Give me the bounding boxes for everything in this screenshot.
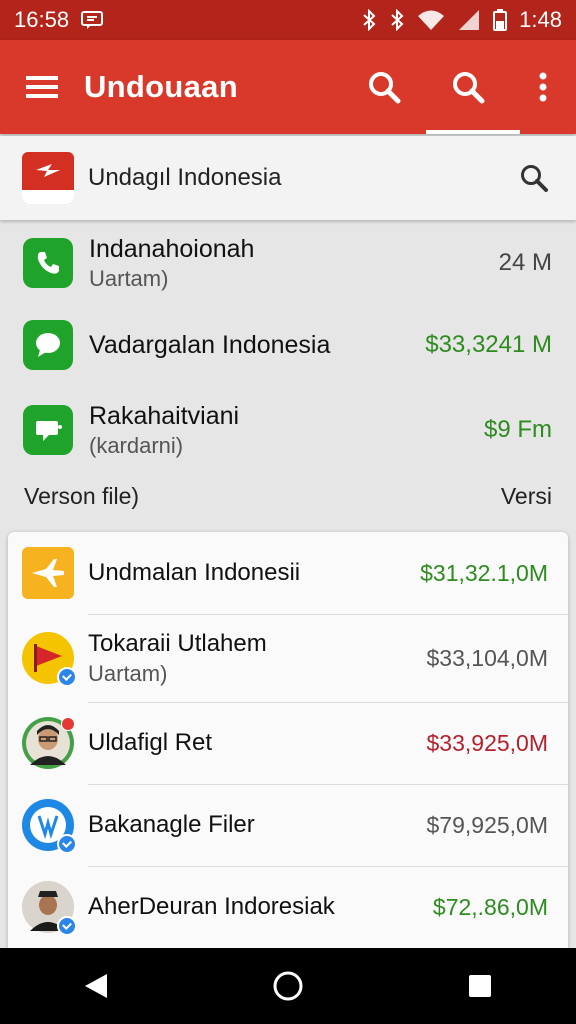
search-tab-button[interactable] [426, 40, 520, 134]
more-vert-icon [539, 72, 547, 102]
signal-icon [457, 9, 481, 31]
list-item[interactable]: Tokaraii Utlahem Uartam) $33,104,0M [8, 614, 568, 702]
avatar-icon [22, 717, 75, 769]
search-icon [453, 72, 485, 104]
battery-icon [493, 9, 508, 31]
item-value: 24 M [498, 249, 552, 276]
flag-icon [22, 632, 77, 687]
recents-button[interactable] [440, 948, 520, 1024]
item-value: $33,3241 M [425, 331, 552, 358]
item-subtitle: Uartam) [88, 660, 168, 686]
home-button[interactable] [248, 948, 328, 1024]
avatar-icon [22, 881, 77, 936]
list-item[interactable]: AherDeuran Indoresiak $72,.86,0M [8, 866, 568, 948]
list-item[interactable]: Undmalan Indonesii $31,32.1,0M [8, 532, 568, 614]
section-right-label: Versi [500, 482, 552, 509]
app-logo-icon [22, 152, 74, 204]
back-icon [85, 974, 107, 998]
status-time-left: 16:58 [14, 7, 70, 32]
list-item[interactable]: Rakahaitviani (kardarni) $9 Fm [0, 386, 576, 474]
list-item[interactable]: Vadargalan Indonesia $33,3241 M [0, 304, 576, 386]
bluetooth-icon [361, 9, 377, 31]
item-value: $9 Fm [483, 416, 552, 443]
status-bar: 16:58 1:48 [0, 0, 576, 40]
message-icon [23, 405, 73, 455]
item-value: $72,.86,0M [432, 893, 548, 920]
app-bar: Undouaan [0, 40, 576, 134]
list-item[interactable]: Bakanagle Filer $79,925,0M [8, 784, 568, 866]
search-bar-search-button[interactable] [504, 163, 564, 193]
phone-icon [23, 238, 73, 288]
item-name: Indanahoionah [89, 234, 255, 263]
verified-icon [57, 667, 77, 687]
item-value: $79,925,0M [426, 811, 548, 838]
item-name: Bakanagle Filer [88, 811, 255, 838]
wifi-icon [417, 9, 445, 31]
overflow-menu-button[interactable] [510, 40, 576, 134]
item-subtitle: (kardarni) [89, 432, 184, 458]
status-dot-icon [61, 717, 75, 731]
file-icon [22, 799, 77, 854]
status-time-right: 1:48 [519, 7, 562, 32]
item-value: $31,32.1,0M [420, 559, 548, 586]
app-title: Undouaan [84, 69, 238, 104]
section-header: Verson file) Versi [0, 470, 576, 522]
search-label: Undagıl Indonesia [88, 164, 282, 191]
hamburger-icon [26, 76, 58, 98]
item-value: $33,925,0M [426, 729, 548, 756]
notification-icon [81, 11, 104, 29]
verified-icon [57, 916, 77, 936]
recents-icon [469, 975, 491, 997]
card-list: Undmalan Indonesii $31,32.1,0M Tokaraii … [8, 532, 568, 952]
item-name: Rakahaitviani [89, 401, 240, 430]
item-name: AherDeuran Indoresiak [88, 893, 335, 920]
chat-bubble-icon [23, 320, 73, 370]
section-left-label: Verson file) [24, 482, 140, 509]
list-item[interactable]: Uldafigl Ret $33,925,0M [8, 702, 568, 784]
home-icon [273, 971, 303, 1001]
upper-list: Indanahoionah Uartam) 24 M Vadargalan In… [0, 222, 576, 474]
back-button[interactable] [56, 948, 136, 1024]
item-name: Tokaraii Utlahem [88, 629, 267, 657]
item-value: $33,104,0M [426, 644, 548, 671]
search-bar[interactable]: Undagıl Indonesia [0, 136, 576, 220]
search-button[interactable] [342, 40, 426, 134]
verified-icon [57, 834, 77, 854]
item-name: Uldafigl Ret [88, 729, 213, 756]
bluetooth-icon-2 [389, 9, 405, 31]
system-nav-bar [0, 948, 576, 1024]
search-icon [521, 165, 548, 192]
list-item[interactable]: Indanahoionah Uartam) 24 M [0, 222, 576, 304]
plane-icon [22, 547, 74, 599]
item-name: Undmalan Indonesii [88, 559, 301, 586]
item-subtitle: Uartam) [89, 265, 169, 291]
menu-button[interactable] [0, 40, 84, 134]
item-name: Vadargalan Indonesia [89, 330, 331, 359]
search-icon [369, 72, 401, 104]
